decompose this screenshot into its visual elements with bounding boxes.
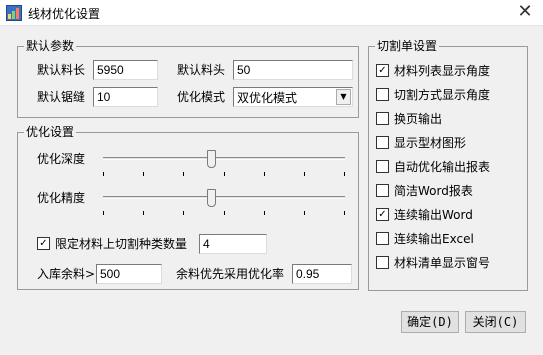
- cut-sheet-option-label: 连续输出Word: [394, 208, 473, 222]
- cut-sheet-option-label: 连续输出Excel: [394, 232, 474, 246]
- slider-tick: [143, 211, 144, 215]
- cut-sheet-option-label: 换页输出: [394, 112, 443, 126]
- cut-sheet-option-label: 切割方式显示角度: [394, 88, 491, 102]
- ok-button[interactable]: 确定(D): [401, 311, 459, 333]
- cut-sheet-option-label: 材料列表显示角度: [394, 64, 491, 78]
- chevron-down-icon[interactable]: ▼: [336, 89, 351, 105]
- slider-tick: [183, 211, 184, 215]
- limit-types-checkbox[interactable]: ✓ 限定材料上切割种类数量: [37, 236, 202, 252]
- default-params-title: 默认参数: [24, 38, 77, 54]
- checkbox-box[interactable]: [376, 184, 389, 197]
- slider-tick: [103, 172, 104, 176]
- slider-tick: [344, 172, 345, 176]
- cut-sheet-option[interactable]: 切割方式显示角度: [376, 87, 521, 103]
- cut-sheet-option[interactable]: 显示型材图形: [376, 135, 521, 151]
- precision-slider-track: [103, 196, 345, 199]
- cut-sheet-option[interactable]: 材料清单显示窗号: [376, 255, 521, 271]
- close-button[interactable]: 关闭(C): [465, 311, 526, 333]
- close-window-button[interactable]: ✕: [513, 2, 537, 22]
- opt-mode-select[interactable]: 双优化模式 ▼: [233, 87, 353, 107]
- slider-tick: [304, 172, 305, 176]
- checkbox-box[interactable]: ✓: [376, 64, 389, 77]
- cut-sheet-option-label: 显示型材图形: [394, 136, 467, 150]
- cut-sheet-option-label: 简洁Word报表: [394, 184, 473, 198]
- opt-mode-label: 优化模式: [177, 90, 226, 104]
- slider-tick: [304, 211, 305, 215]
- checkbox-box[interactable]: [376, 112, 389, 125]
- slider-tick: [264, 172, 265, 176]
- cut-sheet-option[interactable]: 自动优化输出报表: [376, 159, 521, 175]
- window-title: 线材优化设置: [28, 7, 101, 21]
- depth-slider-track: [103, 157, 345, 160]
- stock-length-input[interactable]: 5950: [93, 60, 158, 80]
- slider-tick: [103, 211, 104, 215]
- depth-slider[interactable]: [103, 150, 345, 180]
- opt-mode-value: 双优化模式: [237, 91, 298, 105]
- slider-tick: [264, 211, 265, 215]
- cut-sheet-option[interactable]: 简洁Word报表: [376, 183, 521, 199]
- cut-sheet-option-label: 自动优化输出报表: [394, 160, 491, 174]
- slider-tick: [143, 172, 144, 176]
- store-remain-input[interactable]: 500: [96, 264, 162, 284]
- saw-gap-label: 默认锯缝: [37, 90, 86, 104]
- title-bar: 线材优化设置 ✕: [0, 0, 543, 26]
- cut-sheet-option[interactable]: 换页输出: [376, 111, 521, 127]
- precision-slider[interactable]: [103, 189, 345, 219]
- checkbox-box[interactable]: [376, 256, 389, 269]
- stock-head-input[interactable]: 50: [233, 60, 353, 80]
- limit-types-input[interactable]: 4: [199, 234, 267, 254]
- cut-sheet-title: 切割单设置: [375, 38, 440, 54]
- default-params-group: 默认参数: [17, 38, 359, 118]
- cut-sheet-option[interactable]: ✓ 连续输出Word: [376, 207, 521, 223]
- precision-label: 优化精度: [37, 191, 86, 205]
- store-remain-label: 入库余料>: [37, 267, 96, 281]
- slider-tick: [224, 211, 225, 215]
- slider-tick: [344, 211, 345, 215]
- app-icon: [6, 5, 22, 21]
- remain-rate-input[interactable]: 0.95: [292, 264, 352, 284]
- slider-tick: [224, 172, 225, 176]
- depth-slider-thumb[interactable]: [207, 150, 216, 168]
- cut-sheet-option[interactable]: 连续输出Excel: [376, 231, 521, 247]
- checkbox-box[interactable]: ✓: [37, 237, 50, 250]
- stock-length-label: 默认料长: [37, 63, 86, 77]
- saw-gap-input[interactable]: 10: [93, 87, 158, 107]
- checkbox-box[interactable]: [376, 160, 389, 173]
- checkbox-box[interactable]: [376, 136, 389, 149]
- checkbox-box[interactable]: ✓: [376, 208, 389, 221]
- cut-sheet-option-label: 材料清单显示窗号: [394, 256, 491, 270]
- depth-label: 优化深度: [37, 152, 86, 166]
- checkbox-box[interactable]: [376, 232, 389, 245]
- limit-types-label: 限定材料上切割种类数量: [55, 237, 188, 251]
- cut-sheet-option[interactable]: ✓ 材料列表显示角度: [376, 63, 521, 79]
- precision-slider-thumb[interactable]: [207, 189, 216, 207]
- stock-head-label: 默认料头: [177, 63, 226, 77]
- checkbox-box[interactable]: [376, 88, 389, 101]
- optimize-title: 优化设置: [24, 124, 77, 140]
- remain-rate-label: 余料优先采用优化率: [176, 267, 285, 281]
- slider-tick: [183, 172, 184, 176]
